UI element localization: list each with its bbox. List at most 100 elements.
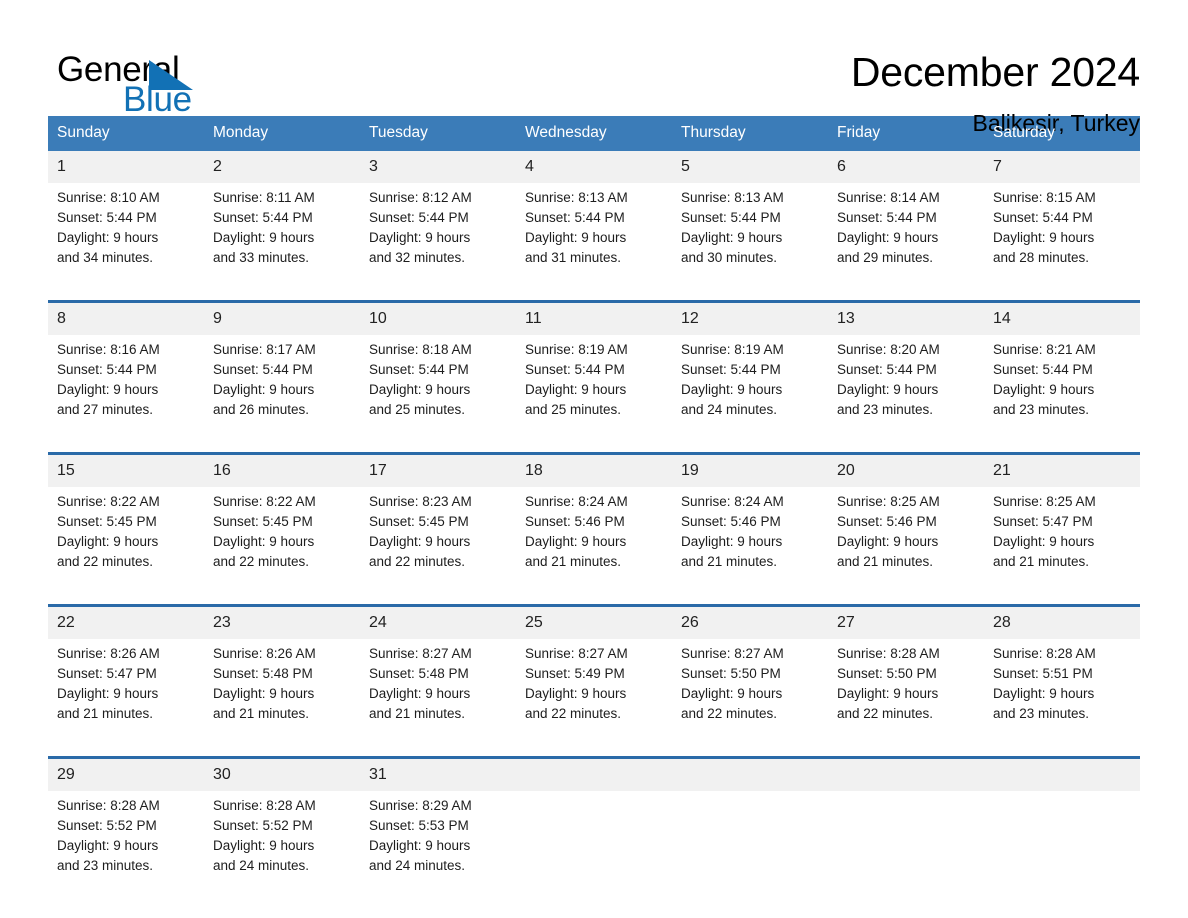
- sunrise-text: Sunrise: 8:28 AM: [57, 798, 160, 813]
- day-cell[interactable]: Sunrise: 8:14 AM Sunset: 5:44 PM Dayligh…: [828, 183, 984, 302]
- day-number[interactable]: 3: [360, 151, 516, 183]
- day-number[interactable]: 21: [984, 452, 1140, 487]
- day-number[interactable]: 2: [204, 151, 360, 183]
- generalblue-logo[interactable]: General Blue: [48, 46, 248, 122]
- daylight-text-line1: Daylight: 9 hours: [681, 534, 783, 549]
- day-number-empty: [984, 756, 1140, 791]
- daylight-text-line1: Daylight: 9 hours: [681, 686, 783, 701]
- day-number[interactable]: 13: [828, 300, 984, 335]
- day-number[interactable]: 17: [360, 452, 516, 487]
- sunrise-text: Sunrise: 8:27 AM: [369, 646, 472, 661]
- day-number[interactable]: 7: [984, 151, 1140, 183]
- day-number[interactable]: 25: [516, 604, 672, 639]
- day-number[interactable]: 4: [516, 151, 672, 183]
- day-cell[interactable]: Sunrise: 8:17 AM Sunset: 5:44 PM Dayligh…: [204, 335, 360, 454]
- day-cell[interactable]: Sunrise: 8:10 AM Sunset: 5:44 PM Dayligh…: [48, 183, 204, 302]
- day-cell[interactable]: Sunrise: 8:24 AM Sunset: 5:46 PM Dayligh…: [516, 487, 672, 606]
- daylight-text-line2: and 24 minutes.: [369, 858, 466, 873]
- day-cell[interactable]: Sunrise: 8:11 AM Sunset: 5:44 PM Dayligh…: [204, 183, 360, 302]
- day-number[interactable]: 8: [48, 300, 204, 335]
- day-number[interactable]: 20: [828, 452, 984, 487]
- logo-text-blue: Blue: [123, 80, 192, 119]
- day-cell[interactable]: Sunrise: 8:20 AM Sunset: 5:44 PM Dayligh…: [828, 335, 984, 454]
- day-number[interactable]: 11: [516, 300, 672, 335]
- day-number[interactable]: 12: [672, 300, 828, 335]
- day-cell[interactable]: Sunrise: 8:26 AM Sunset: 5:47 PM Dayligh…: [48, 639, 204, 758]
- day-cell[interactable]: Sunrise: 8:25 AM Sunset: 5:47 PM Dayligh…: [984, 487, 1140, 606]
- sunrise-text: Sunrise: 8:19 AM: [681, 342, 784, 357]
- daylight-text-line2: and 22 minutes.: [57, 554, 154, 569]
- day-number[interactable]: 29: [48, 756, 204, 791]
- day-number[interactable]: 23: [204, 604, 360, 639]
- day-cell[interactable]: Sunrise: 8:19 AM Sunset: 5:44 PM Dayligh…: [516, 335, 672, 454]
- daylight-text-line2: and 28 minutes.: [993, 250, 1090, 265]
- day-number[interactable]: 18: [516, 452, 672, 487]
- sunrise-text: Sunrise: 8:13 AM: [681, 190, 784, 205]
- calendar-body: 1 2 3 4 5 6 7 Sunrise: 8:10 AM Sunset: 5…: [48, 151, 1140, 908]
- day-cell[interactable]: Sunrise: 8:18 AM Sunset: 5:44 PM Dayligh…: [360, 335, 516, 454]
- day-cell[interactable]: Sunrise: 8:22 AM Sunset: 5:45 PM Dayligh…: [204, 487, 360, 606]
- sunrise-text: Sunrise: 8:27 AM: [681, 646, 784, 661]
- day-number[interactable]: 27: [828, 604, 984, 639]
- day-number[interactable]: 5: [672, 151, 828, 183]
- day-cell[interactable]: Sunrise: 8:27 AM Sunset: 5:48 PM Dayligh…: [360, 639, 516, 758]
- day-number[interactable]: 22: [48, 604, 204, 639]
- day-number-row: 15 16 17 18 19 20 21: [48, 452, 1140, 487]
- day-number[interactable]: 28: [984, 604, 1140, 639]
- day-cell[interactable]: Sunrise: 8:27 AM Sunset: 5:50 PM Dayligh…: [672, 639, 828, 758]
- day-number[interactable]: 30: [204, 756, 360, 791]
- day-number[interactable]: 10: [360, 300, 516, 335]
- sunrise-text: Sunrise: 8:16 AM: [57, 342, 160, 357]
- day-cell[interactable]: Sunrise: 8:28 AM Sunset: 5:52 PM Dayligh…: [48, 791, 204, 908]
- daylight-text-line2: and 22 minutes.: [213, 554, 310, 569]
- day-cell[interactable]: Sunrise: 8:28 AM Sunset: 5:50 PM Dayligh…: [828, 639, 984, 758]
- day-cell[interactable]: Sunrise: 8:13 AM Sunset: 5:44 PM Dayligh…: [516, 183, 672, 302]
- daylight-text-line1: Daylight: 9 hours: [993, 686, 1095, 701]
- day-cell[interactable]: Sunrise: 8:12 AM Sunset: 5:44 PM Dayligh…: [360, 183, 516, 302]
- daylight-text-line2: and 31 minutes.: [525, 250, 622, 265]
- day-number[interactable]: 19: [672, 452, 828, 487]
- day-cell[interactable]: Sunrise: 8:21 AM Sunset: 5:44 PM Dayligh…: [984, 335, 1140, 454]
- sunset-text: Sunset: 5:44 PM: [213, 210, 313, 225]
- day-cell[interactable]: Sunrise: 8:28 AM Sunset: 5:52 PM Dayligh…: [204, 791, 360, 908]
- day-number[interactable]: 14: [984, 300, 1140, 335]
- daylight-text-line2: and 21 minutes.: [525, 554, 622, 569]
- day-number[interactable]: 24: [360, 604, 516, 639]
- daylight-text-line2: and 26 minutes.: [213, 402, 310, 417]
- day-cell[interactable]: Sunrise: 8:27 AM Sunset: 5:49 PM Dayligh…: [516, 639, 672, 758]
- sunrise-text: Sunrise: 8:23 AM: [369, 494, 472, 509]
- page-header: General Blue December 2024 Balikesir, Tu…: [48, 0, 1140, 136]
- day-cell[interactable]: Sunrise: 8:28 AM Sunset: 5:51 PM Dayligh…: [984, 639, 1140, 758]
- day-number[interactable]: 6: [828, 151, 984, 183]
- daylight-text-line1: Daylight: 9 hours: [213, 534, 315, 549]
- day-cell[interactable]: Sunrise: 8:25 AM Sunset: 5:46 PM Dayligh…: [828, 487, 984, 606]
- day-number[interactable]: 26: [672, 604, 828, 639]
- day-number[interactable]: 1: [48, 151, 204, 183]
- day-cell[interactable]: Sunrise: 8:24 AM Sunset: 5:46 PM Dayligh…: [672, 487, 828, 606]
- daylight-text-line2: and 23 minutes.: [993, 402, 1090, 417]
- calendar-page: General Blue December 2024 Balikesir, Tu…: [0, 0, 1188, 918]
- day-number[interactable]: 9: [204, 300, 360, 335]
- daylight-text-line2: and 23 minutes.: [993, 706, 1090, 721]
- daylight-text-line2: and 21 minutes.: [993, 554, 1090, 569]
- day-cell-empty: [828, 791, 984, 908]
- daylight-text-line1: Daylight: 9 hours: [993, 230, 1095, 245]
- day-cell[interactable]: Sunrise: 8:16 AM Sunset: 5:44 PM Dayligh…: [48, 335, 204, 454]
- daylight-text-line1: Daylight: 9 hours: [837, 230, 939, 245]
- day-number[interactable]: 15: [48, 452, 204, 487]
- day-cell[interactable]: Sunrise: 8:26 AM Sunset: 5:48 PM Dayligh…: [204, 639, 360, 758]
- day-cell[interactable]: Sunrise: 8:23 AM Sunset: 5:45 PM Dayligh…: [360, 487, 516, 606]
- day-number[interactable]: 16: [204, 452, 360, 487]
- day-cell[interactable]: Sunrise: 8:19 AM Sunset: 5:44 PM Dayligh…: [672, 335, 828, 454]
- daylight-text-line1: Daylight: 9 hours: [525, 534, 627, 549]
- day-detail-row: Sunrise: 8:22 AM Sunset: 5:45 PM Dayligh…: [48, 487, 1140, 606]
- sunset-text: Sunset: 5:44 PM: [525, 362, 625, 377]
- day-number[interactable]: 31: [360, 756, 516, 791]
- daylight-text-line2: and 22 minutes.: [369, 554, 466, 569]
- day-cell[interactable]: Sunrise: 8:29 AM Sunset: 5:53 PM Dayligh…: [360, 791, 516, 908]
- day-cell[interactable]: Sunrise: 8:15 AM Sunset: 5:44 PM Dayligh…: [984, 183, 1140, 302]
- day-cell[interactable]: Sunrise: 8:13 AM Sunset: 5:44 PM Dayligh…: [672, 183, 828, 302]
- sunset-text: Sunset: 5:44 PM: [57, 210, 157, 225]
- day-cell[interactable]: Sunrise: 8:22 AM Sunset: 5:45 PM Dayligh…: [48, 487, 204, 606]
- daylight-text-line2: and 22 minutes.: [681, 706, 778, 721]
